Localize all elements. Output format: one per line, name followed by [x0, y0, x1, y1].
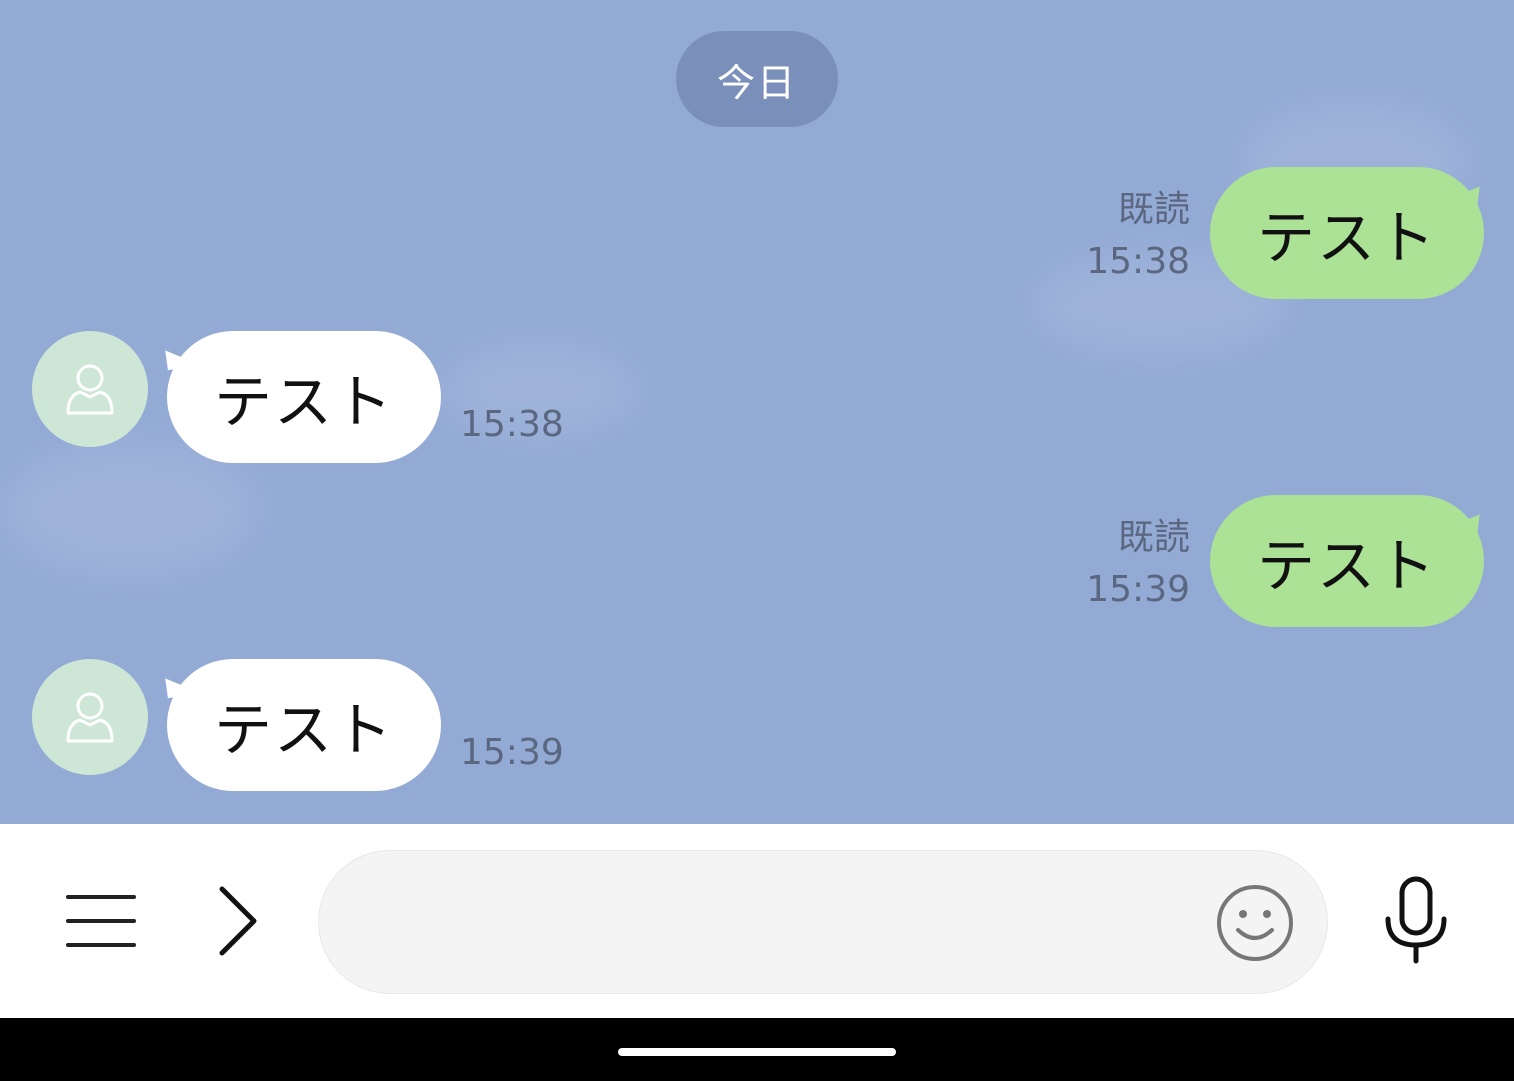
- avatar[interactable]: [32, 331, 148, 447]
- bubble-tail: [162, 325, 202, 371]
- message-input-field[interactable]: [318, 850, 1328, 995]
- emoji-icon: [1217, 885, 1293, 961]
- emoji-button[interactable]: [1215, 883, 1295, 963]
- received-message-bubble[interactable]: テスト: [167, 659, 441, 791]
- message-meta: 既読 15:39: [1060, 512, 1190, 616]
- sent-message-bubble[interactable]: テスト: [1210, 495, 1484, 627]
- message-time: 15:38: [1086, 241, 1190, 282]
- read-receipt: 既読: [1117, 189, 1190, 230]
- chat-screen: 今日 既読 15:38 テスト テスト 15:38 既読 15:39 テスト テ…: [0, 0, 1514, 1081]
- expand-button[interactable]: [206, 880, 266, 962]
- read-receipt: 既読: [1117, 517, 1190, 558]
- bubble-tail: [1443, 161, 1483, 207]
- message-text: テスト: [213, 696, 394, 764]
- date-divider: 今日: [676, 31, 838, 127]
- message-input-bar: [0, 824, 1514, 1018]
- chevron-right-icon: [219, 886, 257, 956]
- message-text: テスト: [1256, 532, 1437, 600]
- message-time: 15:39: [460, 732, 564, 773]
- received-message-bubble[interactable]: テスト: [167, 331, 441, 463]
- avatar[interactable]: [32, 659, 148, 775]
- person-icon: [66, 692, 114, 743]
- bubble-tail: [1443, 489, 1483, 535]
- person-icon: [66, 364, 114, 415]
- menu-button[interactable]: [60, 884, 140, 958]
- message-meta: 既読 15:38: [1060, 184, 1190, 288]
- message-list[interactable]: 今日 既読 15:38 テスト テスト 15:38 既読 15:39 テスト テ…: [0, 0, 1514, 824]
- voice-button[interactable]: [1378, 872, 1454, 968]
- bubble-tail: [162, 653, 202, 699]
- home-indicator[interactable]: [618, 1048, 896, 1056]
- message-time: 15:38: [460, 404, 564, 445]
- system-navigation-bar: [0, 1018, 1514, 1081]
- menu-icon: [66, 895, 136, 947]
- message-text: テスト: [1256, 204, 1437, 272]
- message-time: 15:39: [1086, 569, 1190, 610]
- message-text: テスト: [213, 368, 394, 436]
- mic-icon: [1385, 876, 1447, 964]
- message-input[interactable]: [359, 851, 1203, 995]
- sent-message-bubble[interactable]: テスト: [1210, 167, 1484, 299]
